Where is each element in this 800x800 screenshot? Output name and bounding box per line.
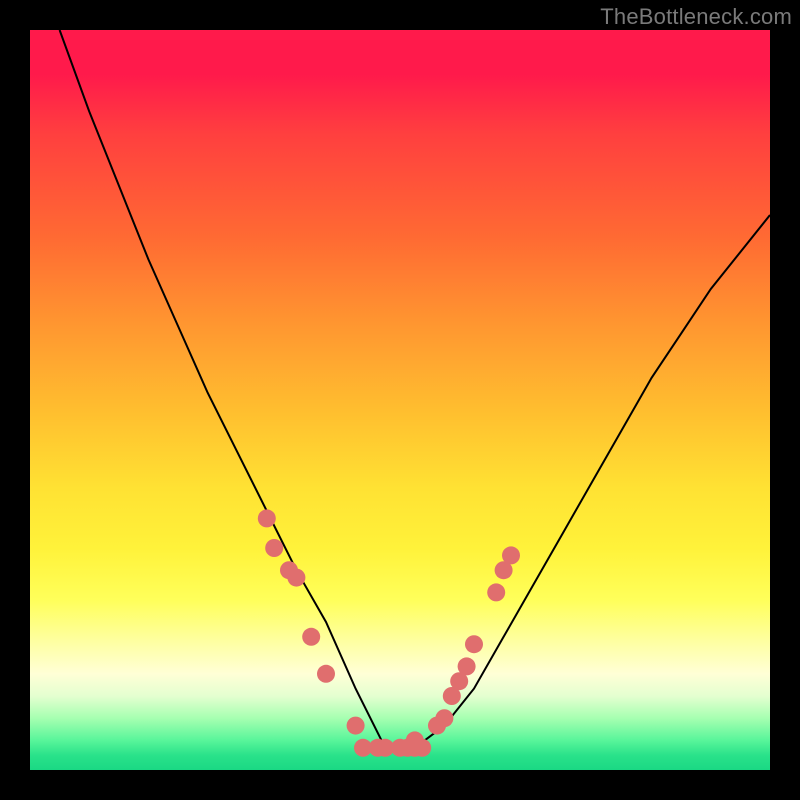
- chart-svg: [30, 30, 770, 770]
- data-point: [465, 635, 483, 653]
- data-point: [302, 628, 320, 646]
- data-point: [317, 665, 335, 683]
- data-point: [502, 546, 520, 564]
- data-point: [265, 539, 283, 557]
- scatter-dots: [258, 509, 520, 756]
- data-point: [258, 509, 276, 527]
- data-point: [413, 739, 431, 757]
- bottleneck-curve: [60, 30, 770, 748]
- data-point: [487, 583, 505, 601]
- data-point: [435, 709, 453, 727]
- watermark-text: TheBottleneck.com: [600, 4, 792, 30]
- data-point: [458, 657, 476, 675]
- data-point: [347, 717, 365, 735]
- plot-area: [30, 30, 770, 770]
- data-point: [287, 569, 305, 587]
- chart-frame: TheBottleneck.com: [0, 0, 800, 800]
